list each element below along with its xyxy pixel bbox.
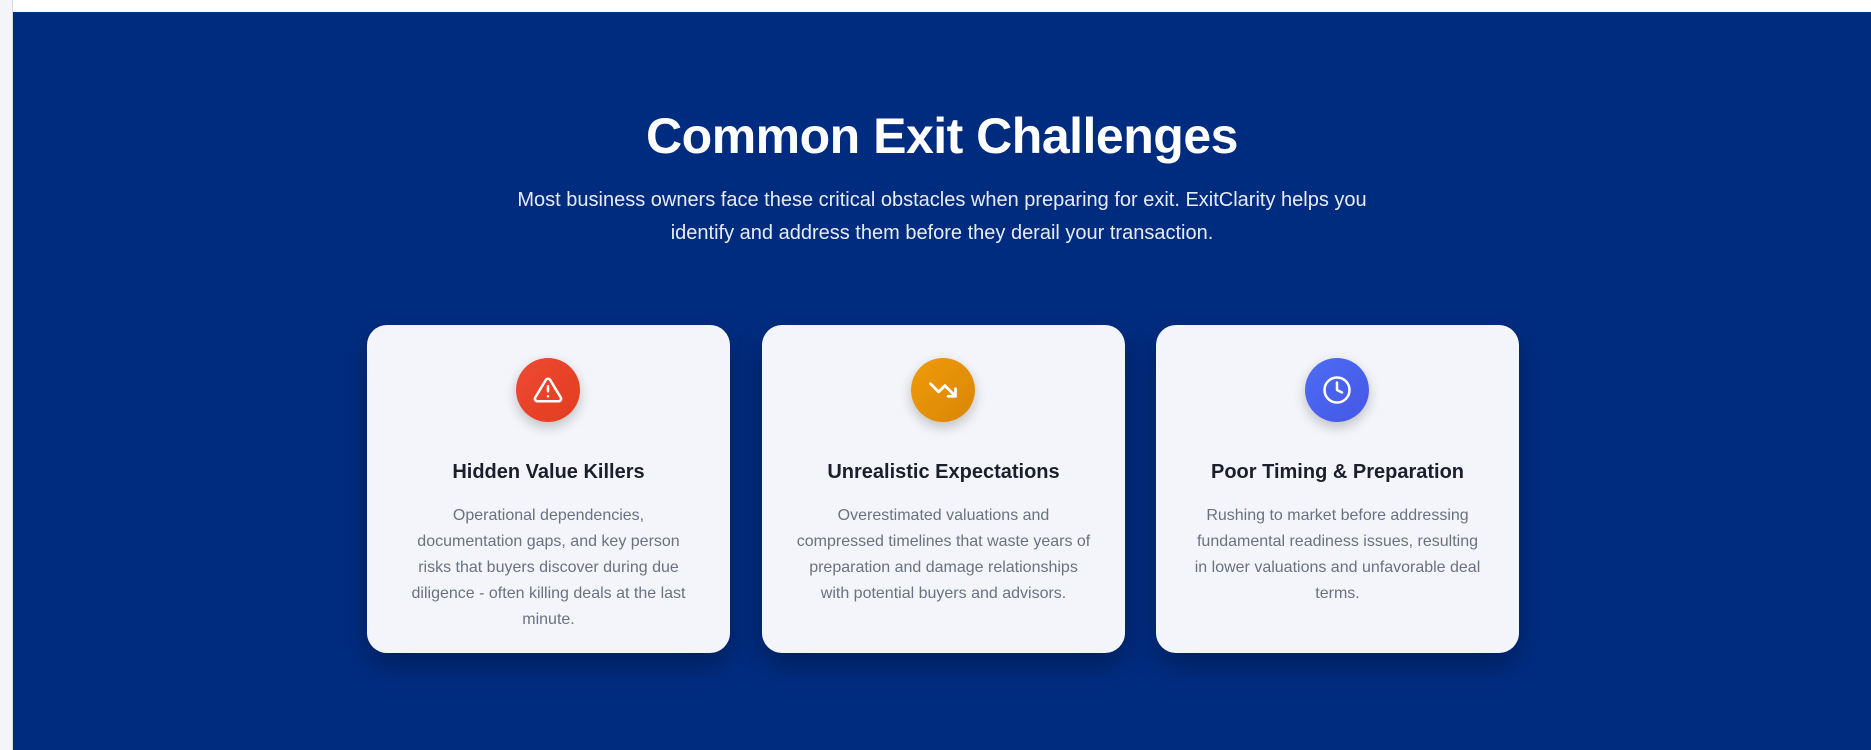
challenge-card-unrealistic-expectations: Unrealistic Expectations Overestimated v… xyxy=(762,325,1125,653)
card-title: Unrealistic Expectations xyxy=(827,461,1060,483)
card-description: Operational dependencies, documentation … xyxy=(411,507,686,628)
header-bottom-edge xyxy=(13,0,1871,12)
card-title: Poor Timing & Preparation xyxy=(1211,461,1464,483)
warning-triangle-icon xyxy=(516,358,580,422)
challenge-card-poor-timing: Poor Timing & Preparation Rushing to mar… xyxy=(1156,325,1519,653)
trending-down-icon xyxy=(911,358,975,422)
clock-icon xyxy=(1305,358,1369,422)
challenge-card-hidden-value-killers: Hidden Value Killers Operational depende… xyxy=(367,325,730,653)
card-description: Overestimated valuations and compressed … xyxy=(796,507,1091,602)
card-title: Hidden Value Killers xyxy=(452,461,645,483)
exit-challenges-section: Common Exit Challenges Most business own… xyxy=(13,12,1871,750)
section-title: Common Exit Challenges xyxy=(646,108,1238,164)
card-description: Rushing to market before addressing fund… xyxy=(1194,507,1481,602)
section-subtitle: Most business owners face these critical… xyxy=(517,189,1367,244)
window-left-edge xyxy=(0,0,13,750)
page: Common Exit Challenges Most business own… xyxy=(0,0,1871,750)
